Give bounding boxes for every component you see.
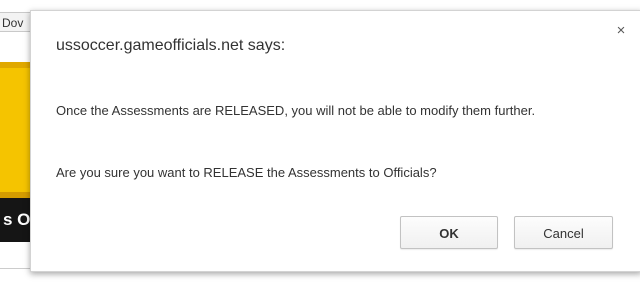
dialog-message-question: Are you sure you want to RELEASE the Ass…: [56, 165, 437, 180]
confirm-dialog: ussoccer.gameofficials.net says: × Once …: [30, 10, 640, 272]
close-icon[interactable]: ×: [613, 23, 629, 39]
cancel-button[interactable]: Cancel: [514, 216, 613, 249]
background-banner-text: s O: [3, 210, 31, 229]
dialog-title: ussoccer.gameofficials.net says:: [56, 37, 286, 54]
background-tab-label: Dov: [2, 16, 24, 30]
dialog-message-warning: Once the Assessments are RELEASED, you w…: [56, 103, 536, 118]
ok-button[interactable]: OK: [400, 216, 498, 249]
